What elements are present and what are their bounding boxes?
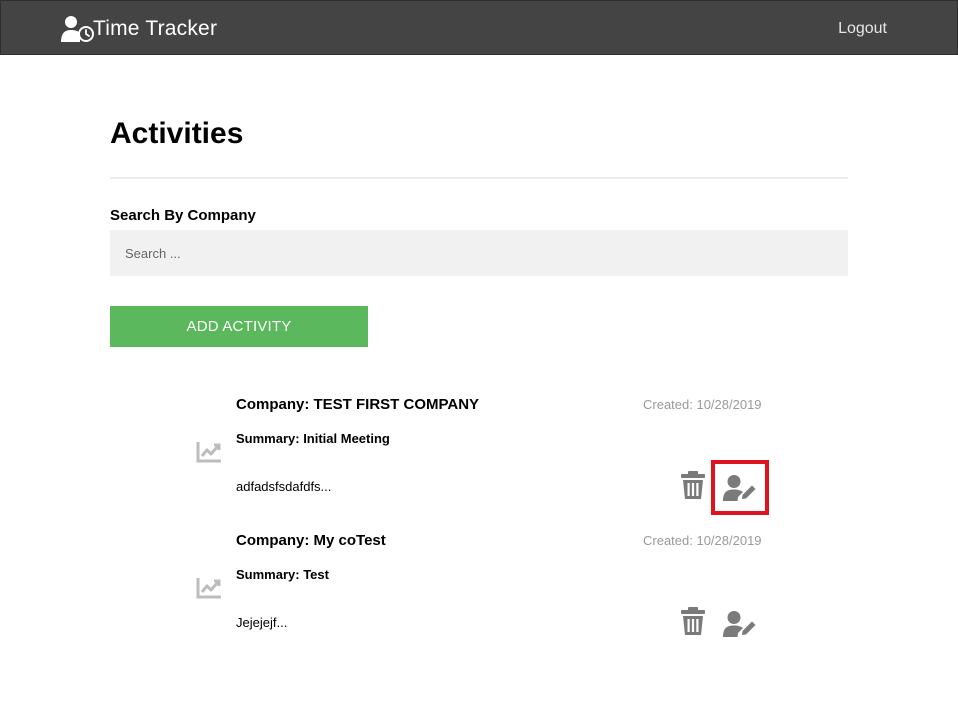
edit-activity-button[interactable]	[711, 596, 769, 651]
brand[interactable]: Time Tracker	[61, 14, 217, 44]
activity-summary: Summary: Initial Meeting	[236, 431, 390, 446]
trash-icon[interactable]	[681, 607, 705, 635]
search-input[interactable]	[110, 230, 848, 276]
user-clock-icon	[61, 16, 94, 42]
activity-company: Company: My coTest	[236, 532, 386, 549]
activity-created-date: Created: 10/28/2019	[643, 397, 762, 412]
activity-description: Jejejejf...	[236, 615, 288, 630]
top-navbar: Time Tracker Logout	[0, 0, 958, 55]
trash-icon[interactable]	[681, 471, 705, 499]
activity-item: Company: My coTest Created: 10/28/2019 S…	[0, 532, 958, 662]
logout-link[interactable]: Logout	[838, 20, 887, 38]
activity-item: Company: TEST FIRST COMPANY Created: 10/…	[0, 396, 958, 526]
user-edit-icon	[723, 610, 756, 637]
activity-summary: Summary: Test	[236, 567, 329, 582]
chart-line-icon	[196, 442, 221, 463]
add-activity-button[interactable]: ADD ACTIVITY	[110, 306, 368, 347]
title-divider	[110, 177, 848, 179]
activity-company: Company: TEST FIRST COMPANY	[236, 396, 480, 413]
activity-description: adfadsfsdafdfs...	[236, 479, 332, 494]
user-edit-icon	[723, 474, 756, 501]
search-label: Search By Company	[110, 207, 256, 224]
edit-activity-button[interactable]	[711, 460, 769, 515]
brand-title: Time Tracker	[93, 17, 218, 40]
activity-created-date: Created: 10/28/2019	[643, 533, 762, 548]
chart-line-icon	[196, 578, 221, 599]
page-title: Activities	[110, 117, 244, 150]
